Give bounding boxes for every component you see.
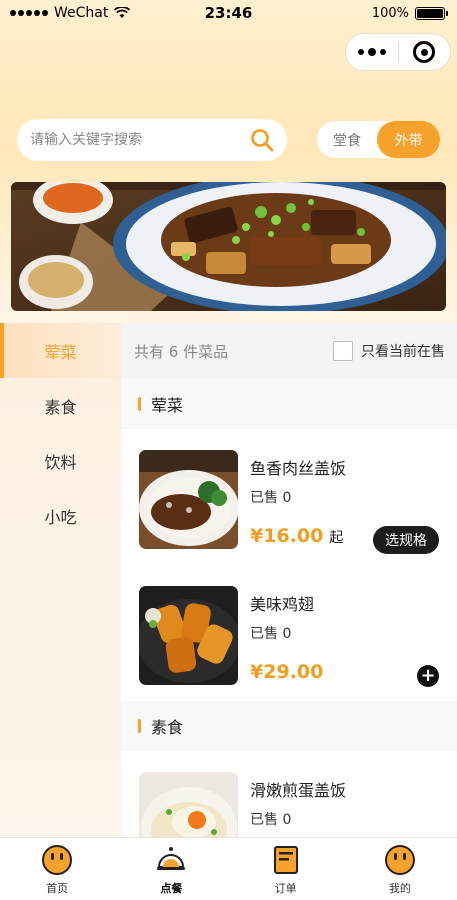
section-title: 荤菜 (151, 396, 184, 415)
order-icon (273, 845, 298, 874)
tab-profile[interactable]: 我的 (343, 838, 457, 900)
on-sale-label: 只看当前在售 (361, 344, 445, 360)
signal-icon (10, 10, 48, 16)
dish-image (139, 772, 238, 837)
search-box (17, 119, 287, 161)
category-item-vegetarian[interactable]: 素食 (0, 378, 121, 433)
bottom-tab-bar: 首页 点餐 订单 我的 (0, 837, 457, 900)
tab-label: 首页 (46, 881, 69, 895)
dish-item[interactable]: 鱼香肉丝盖饭 已售 0 ¥16.00 起 选规格 (121, 429, 457, 565)
order-mode-toggle: 堂食 外带 (317, 121, 440, 158)
carrier-label: WeChat (54, 5, 109, 21)
dish-image (139, 586, 238, 685)
section-header-vegetarian: 素食 (121, 701, 457, 751)
tab-label: 订单 (274, 881, 297, 895)
category-item-snacks[interactable]: 小吃 (0, 488, 121, 543)
status-bar: WeChat 23:46 100% (0, 0, 457, 26)
on-sale-filter[interactable]: 只看当前在售 (333, 341, 445, 361)
face-icon (42, 844, 73, 875)
dish-price: ¥16.00 (250, 525, 324, 547)
takeout-button[interactable]: 外带 (377, 121, 440, 158)
wifi-icon (114, 7, 131, 18)
category-sidebar: 荤菜 素食 饮料 小吃 (0, 323, 121, 837)
dish-sold-count: 已售 0 (250, 812, 292, 828)
dish-list: 共有 6 件菜品 只看当前在售 荤菜 鱼香肉丝盖饭 已售 0 ¥16.00 起 … (121, 323, 457, 837)
dish-price: ¥29.00 (250, 661, 324, 683)
dish-item[interactable]: 美味鸡翅 已售 0 ¥29.00 + (121, 565, 457, 701)
target-icon (413, 41, 436, 63)
dish-image (139, 450, 238, 549)
dish-count: 共有 6 件菜品 (134, 342, 229, 361)
category-item-drinks[interactable]: 饮料 (0, 433, 121, 488)
dish-sold-count: 已售 0 (250, 490, 292, 506)
battery-icon (415, 6, 448, 20)
search-icon[interactable] (249, 127, 275, 153)
face-icon (384, 844, 415, 875)
on-sale-checkbox[interactable] (333, 341, 353, 361)
tab-orders[interactable]: 订单 (229, 838, 343, 900)
close-miniprogram-button[interactable] (398, 34, 450, 70)
section-accent-bar (138, 719, 141, 733)
dish-price-row: ¥16.00 起 (250, 525, 343, 547)
more-menu-button[interactable] (346, 34, 398, 70)
tab-label: 点餐 (160, 881, 183, 895)
section-accent-bar (138, 397, 141, 411)
dish-name: 滑嫩煎蛋盖饭 (250, 781, 347, 800)
dish-name: 美味鸡翅 (250, 595, 315, 614)
filter-bar: 共有 6 件菜品 只看当前在售 (121, 323, 457, 379)
section-title: 素食 (151, 718, 184, 737)
signal-group: WeChat (10, 5, 131, 21)
price-suffix: 起 (329, 530, 344, 546)
battery-group: 100% (371, 5, 448, 21)
add-to-cart-button[interactable]: + (417, 665, 439, 687)
dish-sold-count: 已售 0 (250, 626, 292, 642)
battery-percent: 100% (371, 5, 409, 21)
promo-banner[interactable] (11, 182, 446, 311)
tab-home[interactable]: 首页 (0, 838, 114, 900)
miniprogram-capsule (345, 33, 451, 71)
choose-spec-button[interactable]: 选规格 (373, 526, 439, 554)
tab-label: 我的 (388, 881, 411, 895)
search-input[interactable] (30, 132, 249, 148)
section-header-meat: 荤菜 (121, 379, 457, 429)
dish-name: 鱼香肉丝盖饭 (250, 459, 347, 478)
dish-price-row: ¥29.00 (250, 661, 323, 683)
dish-item[interactable]: 滑嫩煎蛋盖饭 已售 0 (121, 751, 457, 837)
category-item-meat[interactable]: 荤菜 (0, 323, 121, 378)
cloche-icon (157, 846, 186, 870)
dine-in-button[interactable]: 堂食 (317, 121, 377, 158)
banner-food-image (11, 182, 446, 311)
tab-order-food[interactable]: 点餐 (114, 838, 228, 900)
